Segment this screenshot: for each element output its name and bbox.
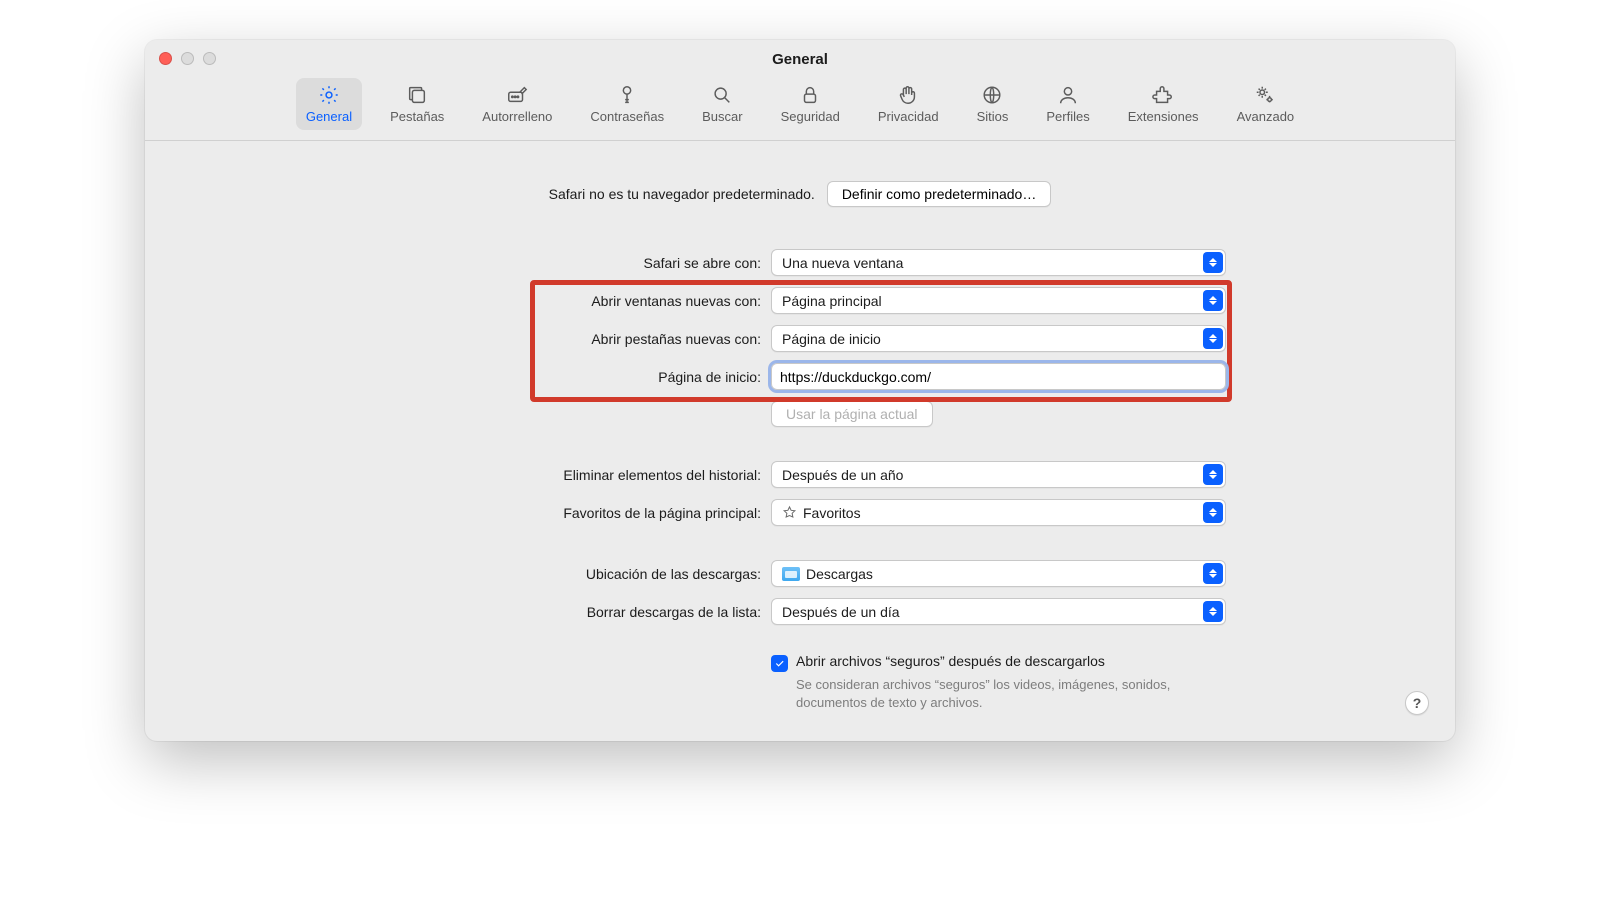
tab-label: Autorrelleno [482,109,552,124]
homepage-input[interactable] [771,363,1226,390]
tab-autorrelleno[interactable]: Autorrelleno [472,78,562,130]
label-homepage: Página de inicio: [205,369,761,385]
globe-icon [978,84,1006,106]
tab-seguridad[interactable]: Seguridad [771,78,850,130]
select-safari-opens[interactable]: Una nueva ventana [771,249,1226,276]
default-browser-msg: Safari no es tu navegador predeterminado… [549,186,815,202]
key-icon [613,84,641,106]
label-favorites: Favoritos de la página principal: [205,505,761,521]
tab-label: Sitios [977,109,1009,124]
select-value: Después de un año [782,467,903,483]
select-downloads-clear[interactable]: Después de un día [771,598,1226,625]
star-icon [782,505,797,520]
tab-label: Buscar [702,109,742,124]
label-new-windows: Abrir ventanas nuevas con: [205,293,761,309]
traffic-lights [159,52,216,65]
close-button[interactable] [159,52,172,65]
person-icon [1054,84,1082,106]
window-title: General [772,51,828,68]
tab-general[interactable]: General [296,78,362,130]
tab-label: Avanzado [1237,109,1295,124]
chevrons-icon [1203,290,1223,311]
tab-perfiles[interactable]: Perfiles [1036,78,1099,130]
select-value: Descargas [806,566,873,582]
select-value: Página de inicio [782,331,881,347]
safe-files-label: Abrir archivos “seguros” después de desc… [796,653,1105,669]
label-downloads-clear: Borrar descargas de la lista: [205,604,761,620]
folder-icon [782,567,800,581]
content-pane: Safari no es tu navegador predeterminado… [145,141,1455,741]
set-default-button[interactable]: Definir como predeterminado… [827,181,1052,207]
gear-icon [315,84,343,106]
select-value: Después de un día [782,604,900,620]
label-safari-opens: Safari se abre con: [205,255,761,271]
select-new-tabs[interactable]: Página de inicio [771,325,1226,352]
lock-icon [796,84,824,106]
tabs-icon [403,84,431,106]
select-new-windows[interactable]: Página principal [771,287,1226,314]
chevrons-icon [1203,601,1223,622]
safe-files-row: Abrir archivos “seguros” después de desc… [771,653,1395,672]
tab-label: Contraseñas [590,109,664,124]
chevrons-icon [1203,464,1223,485]
chevrons-icon [1203,563,1223,584]
tab-label: Pestañas [390,109,444,124]
tab-extensiones[interactable]: Extensiones [1118,78,1209,130]
toolbar: General Pestañas Autorrelleno Contraseña… [145,78,1455,141]
help-button[interactable]: ? [1405,691,1429,715]
use-current-page-button[interactable]: Usar la página actual [771,401,933,427]
tab-privacidad[interactable]: Privacidad [868,78,949,130]
puzzle-icon [1149,84,1177,106]
select-value: Favoritos [803,505,861,521]
tab-avanzado[interactable]: Avanzado [1227,78,1305,130]
titlebar: General [145,40,1455,78]
tab-contrasenas[interactable]: Contraseñas [580,78,674,130]
select-history[interactable]: Después de un año [771,461,1226,488]
select-downloads-loc[interactable]: Descargas [771,560,1226,587]
tab-label: Perfiles [1046,109,1089,124]
tab-label: Privacidad [878,109,939,124]
pencil-box-icon [503,84,531,106]
minimize-button[interactable] [181,52,194,65]
tab-label: General [306,109,352,124]
gears-icon [1251,84,1279,106]
preferences-window: General General Pestañas Autorrelleno [145,40,1455,741]
select-value: Página principal [782,293,882,309]
safe-files-checkbox[interactable] [771,655,788,672]
tab-sitios[interactable]: Sitios [967,78,1019,130]
tab-label: Extensiones [1128,109,1199,124]
safe-files-hint: Se consideran archivos “seguros” los vid… [796,676,1216,711]
search-icon [708,84,736,106]
label-downloads-loc: Ubicación de las descargas: [205,566,761,582]
chevrons-icon [1203,328,1223,349]
chevrons-icon [1203,502,1223,523]
select-value: Una nueva ventana [782,255,903,271]
tab-buscar[interactable]: Buscar [692,78,752,130]
label-history: Eliminar elementos del historial: [205,467,761,483]
default-browser-banner: Safari no es tu navegador predeterminado… [205,181,1395,207]
zoom-button[interactable] [203,52,216,65]
chevrons-icon [1203,252,1223,273]
tab-pestanas[interactable]: Pestañas [380,78,454,130]
hand-icon [894,84,922,106]
tab-label: Seguridad [781,109,840,124]
label-new-tabs: Abrir pestañas nuevas con: [205,331,761,347]
select-favorites[interactable]: Favoritos [771,499,1226,526]
